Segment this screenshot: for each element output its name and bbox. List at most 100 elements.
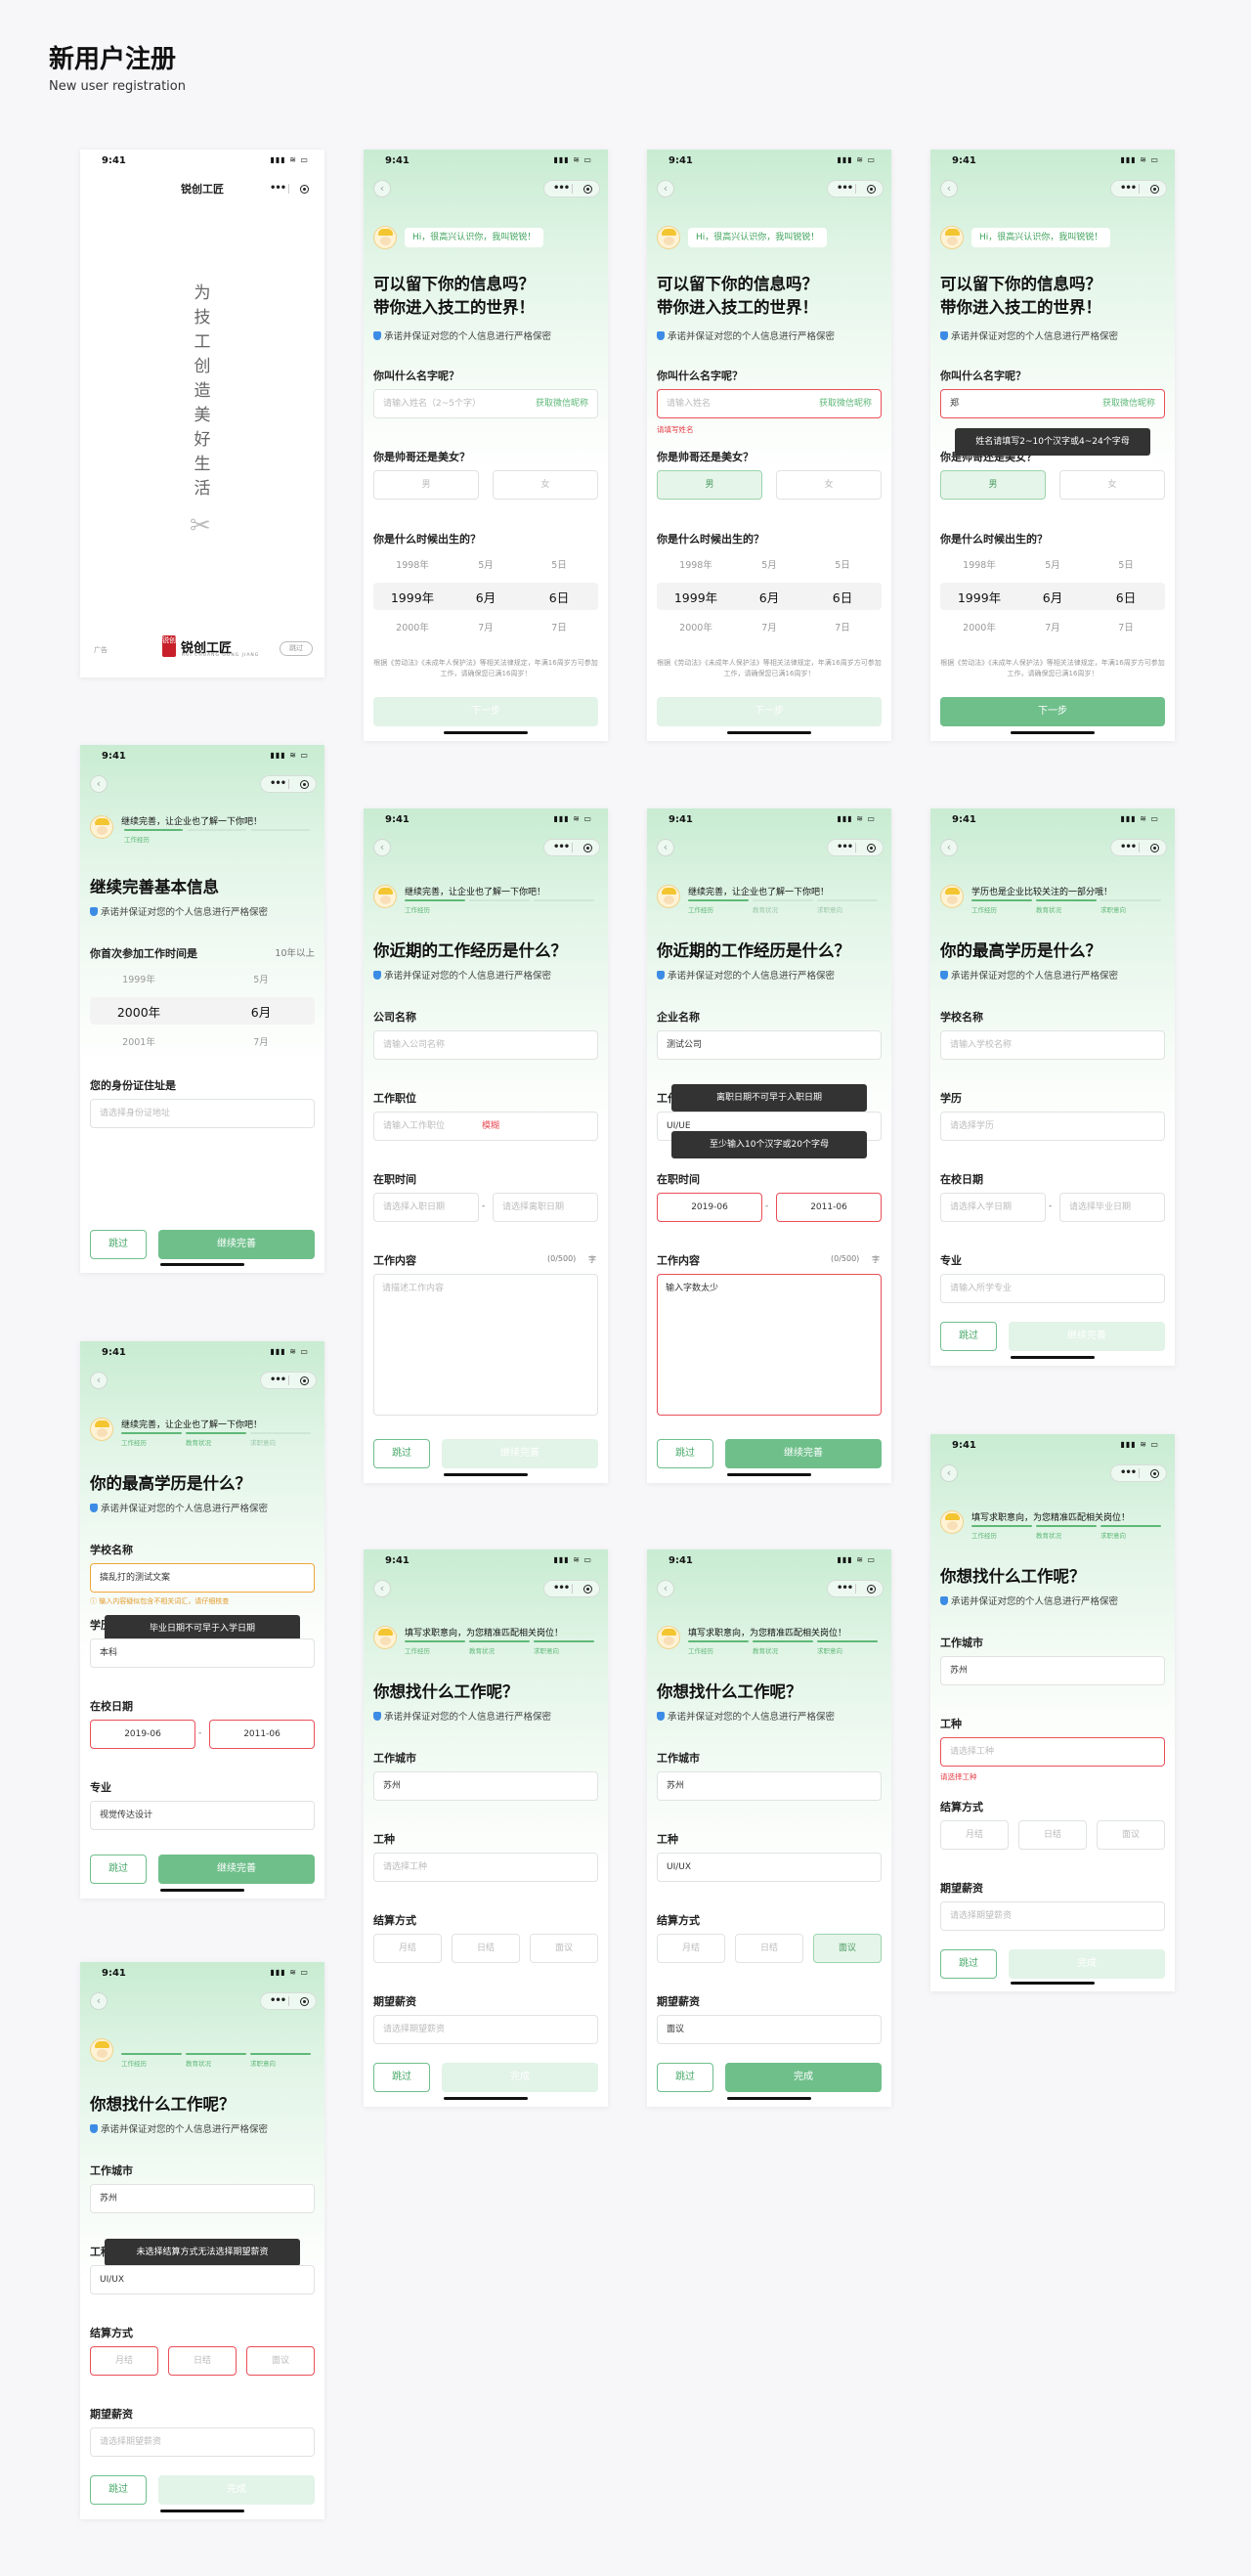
- degree-select[interactable]: 本科: [90, 1638, 315, 1668]
- content-textarea[interactable]: 输入字数太少: [657, 1274, 882, 1416]
- female-option[interactable]: 女: [493, 470, 598, 500]
- skip-button[interactable]: 跳过: [373, 2063, 430, 2092]
- more-icon[interactable]: •••: [1120, 840, 1137, 855]
- close-circle-icon[interactable]: [300, 1997, 309, 2006]
- menu-capsule[interactable]: •••: [543, 839, 600, 856]
- close-circle-icon[interactable]: [867, 844, 876, 852]
- company-input[interactable]: 请输入公司名称: [373, 1030, 598, 1060]
- get-wechat-name-link[interactable]: 获取微信昵称: [536, 390, 588, 417]
- menu-capsule[interactable]: •••: [543, 1580, 600, 1597]
- pay-daily-option[interactable]: 日结: [735, 1934, 803, 1963]
- back-icon[interactable]: ‹: [373, 839, 391, 856]
- close-circle-icon[interactable]: [583, 185, 592, 194]
- menu-capsule[interactable]: •••: [260, 1372, 317, 1389]
- school-input[interactable]: 搞乱打的测试文案: [90, 1563, 315, 1593]
- menu-capsule[interactable]: •••: [260, 775, 317, 793]
- back-icon[interactable]: ‹: [373, 180, 391, 197]
- continue-button[interactable]: 继续完善: [725, 1439, 882, 1468]
- menu-capsule[interactable]: •••: [827, 1580, 884, 1597]
- finish-button[interactable]: 完成: [158, 2475, 315, 2505]
- menu-capsule[interactable]: •••: [1110, 839, 1167, 856]
- more-icon[interactable]: •••: [553, 1581, 570, 1596]
- enroll-date-input[interactable]: 2019-06: [90, 1720, 195, 1749]
- job-type-select[interactable]: 请选择工种: [373, 1853, 598, 1882]
- finish-button[interactable]: 完成: [442, 2063, 598, 2092]
- more-icon[interactable]: •••: [1120, 181, 1137, 196]
- menu-capsule[interactable]: •••: [827, 180, 884, 197]
- more-icon[interactable]: •••: [270, 1993, 286, 2009]
- birth-date-picker[interactable]: 1998年 5月 5日 1999年 6月 6日 2000年 7月 7日: [657, 553, 882, 651]
- menu-capsule[interactable]: •••: [260, 1992, 317, 2010]
- close-circle-icon[interactable]: [300, 1376, 309, 1385]
- salary-select[interactable]: 请选择期望薪资: [373, 2015, 598, 2044]
- id-address-input[interactable]: 请选择身份证地址: [90, 1099, 315, 1128]
- skip-button[interactable]: 跳过: [373, 1439, 430, 1468]
- male-option[interactable]: 男: [940, 470, 1046, 500]
- finish-button[interactable]: 完成: [1009, 1949, 1165, 1979]
- male-option[interactable]: 男: [657, 470, 762, 500]
- get-wechat-name-link[interactable]: 获取微信昵称: [1102, 390, 1155, 417]
- back-icon[interactable]: ‹: [657, 839, 674, 856]
- pay-negotiable-option[interactable]: 面议: [246, 2346, 315, 2376]
- next-button[interactable]: 下一步: [657, 697, 882, 726]
- more-icon[interactable]: •••: [837, 1581, 853, 1596]
- more-icon[interactable]: •••: [553, 840, 570, 855]
- menu-capsule[interactable]: •••: [1110, 180, 1167, 197]
- city-select[interactable]: 苏州: [90, 2184, 315, 2213]
- close-circle-icon[interactable]: [300, 185, 309, 194]
- graduate-date-input[interactable]: 2011-06: [209, 1720, 315, 1749]
- more-icon[interactable]: •••: [270, 181, 286, 196]
- back-icon[interactable]: ‹: [940, 180, 958, 197]
- continue-button[interactable]: 继续完善: [1009, 1322, 1165, 1351]
- skip-button[interactable]: 跳过: [280, 641, 313, 656]
- next-button[interactable]: 下一步: [373, 697, 598, 726]
- pay-daily-option[interactable]: 日结: [452, 1934, 520, 1963]
- birth-date-picker[interactable]: 1998年 5月 5日 1999年 6月 6日 2000年 7月 7日: [940, 553, 1165, 651]
- pay-monthly-option[interactable]: 月结: [657, 1934, 725, 1963]
- birth-date-picker[interactable]: 1998年 5月 5日 1999年 6月 6日 2000年 7月 7日: [373, 553, 598, 651]
- close-circle-icon[interactable]: [300, 780, 309, 789]
- menu-capsule[interactable]: •••: [827, 839, 884, 856]
- job-type-select[interactable]: 请选择工种: [940, 1737, 1165, 1767]
- content-textarea[interactable]: 请描述工作内容: [373, 1274, 598, 1416]
- finish-button[interactable]: 完成: [725, 2063, 882, 2092]
- more-icon[interactable]: •••: [837, 181, 853, 196]
- back-icon[interactable]: ‹: [90, 1372, 108, 1389]
- menu-capsule[interactable]: •••: [1110, 1464, 1167, 1482]
- degree-select[interactable]: 请选择学历: [940, 1112, 1165, 1141]
- more-icon[interactable]: •••: [553, 181, 570, 196]
- continue-button[interactable]: 继续完善: [158, 1230, 315, 1259]
- back-icon[interactable]: ‹: [940, 839, 958, 856]
- close-circle-icon[interactable]: [867, 185, 876, 194]
- start-date-input[interactable]: 2019-06: [657, 1193, 762, 1222]
- more-icon[interactable]: •••: [270, 776, 286, 792]
- get-wechat-name-link[interactable]: 获取微信昵称: [819, 390, 872, 417]
- name-input[interactable]: 郑获取微信昵称: [940, 389, 1165, 418]
- skip-button[interactable]: 跳过: [657, 1439, 713, 1468]
- name-input[interactable]: 请输入姓名（2~5个字） 获取微信昵称: [373, 389, 598, 418]
- position-input[interactable]: 请输入工作职位 模糊: [373, 1112, 598, 1141]
- graduate-date-input[interactable]: 请选择毕业日期: [1059, 1193, 1165, 1222]
- city-select[interactable]: 苏州: [940, 1656, 1165, 1685]
- menu-capsule[interactable]: •••: [260, 180, 317, 197]
- major-input[interactable]: 视觉传达设计: [90, 1801, 315, 1830]
- back-icon[interactable]: ‹: [657, 1580, 674, 1597]
- continue-button[interactable]: 继续完善: [442, 1439, 598, 1468]
- enroll-date-input[interactable]: 请选择入学日期: [940, 1193, 1046, 1222]
- salary-select[interactable]: 面议: [657, 2015, 882, 2044]
- more-icon[interactable]: •••: [1120, 1465, 1137, 1481]
- city-select[interactable]: 苏州: [373, 1771, 598, 1801]
- female-option[interactable]: 女: [776, 470, 882, 500]
- work-start-picker[interactable]: 1999年 5月 2000年 6月 2001年 7月: [90, 968, 315, 1066]
- skip-button[interactable]: 跳过: [90, 1230, 147, 1259]
- end-date-input[interactable]: 2011-06: [776, 1193, 882, 1222]
- job-type-select[interactable]: UI/UX: [90, 2265, 315, 2294]
- end-date-input[interactable]: 请选择离职日期: [493, 1193, 598, 1222]
- skip-button[interactable]: 跳过: [90, 2475, 147, 2505]
- pay-daily-option[interactable]: 日结: [168, 2346, 237, 2376]
- continue-button[interactable]: 继续完善: [158, 1855, 315, 1884]
- skip-button[interactable]: 跳过: [940, 1949, 997, 1979]
- back-icon[interactable]: ‹: [940, 1464, 958, 1482]
- school-input[interactable]: 请输入学校名称: [940, 1030, 1165, 1060]
- close-circle-icon[interactable]: [583, 844, 592, 852]
